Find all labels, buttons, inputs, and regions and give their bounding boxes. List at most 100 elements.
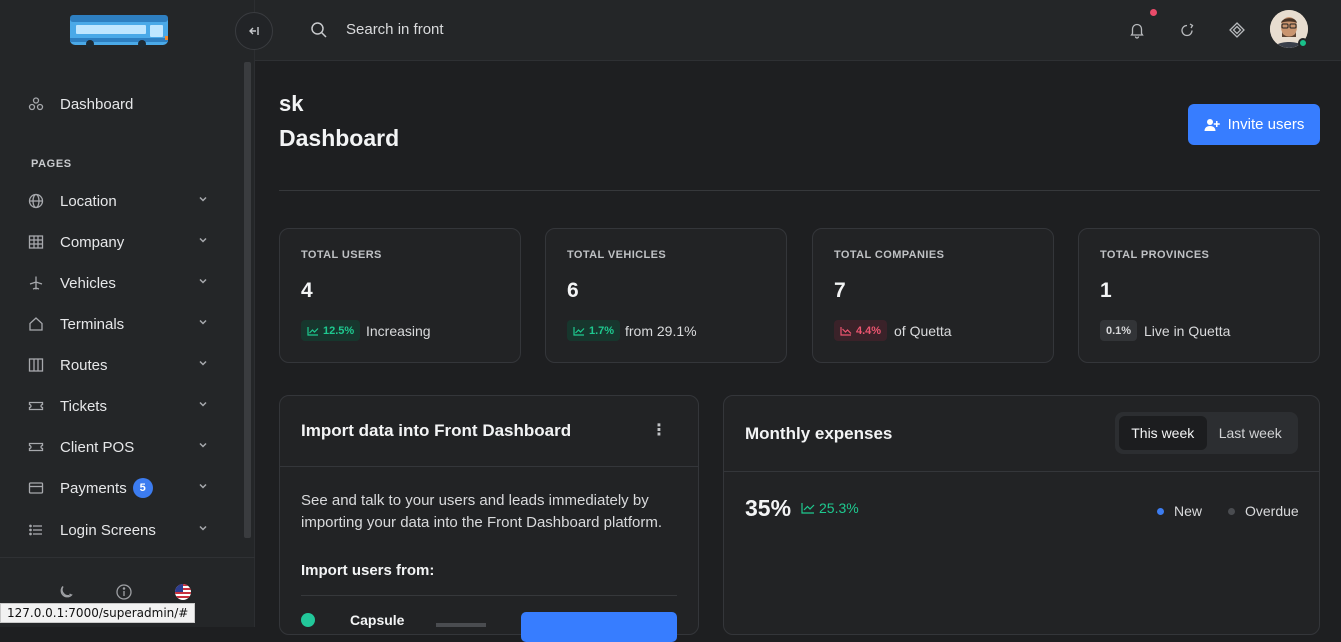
tab-last-week[interactable]: Last week xyxy=(1207,416,1295,450)
sidebar-item-label: Dashboard xyxy=(60,95,134,113)
stat-value: 6 xyxy=(567,279,579,302)
stat-card-users: TOTAL USERS 4 12.5% Increasing xyxy=(279,228,521,363)
sidebar-item-location[interactable]: Location xyxy=(0,181,240,221)
sidebar-item-vehicles[interactable]: Vehicles xyxy=(0,263,240,303)
activity-icon[interactable] xyxy=(1178,21,1196,39)
horizontal-scrollbar[interactable] xyxy=(436,623,486,627)
sidebar-item-label: Payments xyxy=(60,479,127,497)
search-input[interactable]: Search in front xyxy=(346,21,444,38)
collapse-sidebar-button[interactable] xyxy=(235,12,273,50)
user-plus-icon xyxy=(1204,118,1220,131)
home-icon xyxy=(28,316,44,332)
status-url: 127.0.0.1:7000/superadmin/# xyxy=(0,603,196,623)
chevron-down-icon xyxy=(199,401,207,407)
chevron-down-icon xyxy=(199,319,207,325)
stat-change-value: 12.5% xyxy=(323,324,355,337)
stat-label: TOTAL PROVINCES xyxy=(1100,249,1210,261)
ticket-icon xyxy=(28,439,44,455)
sidebar-item-tickets[interactable]: Tickets xyxy=(0,386,240,426)
legend-label: Overdue xyxy=(1245,503,1299,519)
airplane-icon xyxy=(28,275,44,291)
chevron-down-icon xyxy=(199,525,207,531)
tab-this-week[interactable]: This week xyxy=(1119,416,1207,450)
sidebar-item-dashboard[interactable]: Dashboard xyxy=(0,84,240,124)
import-description: See and talk to your users and leads imm… xyxy=(301,492,663,531)
panel-divider xyxy=(280,466,698,467)
search-icon[interactable] xyxy=(310,21,328,39)
legend-overdue: Overdue xyxy=(1228,503,1299,519)
collapse-arrow-icon xyxy=(249,27,259,35)
sidebar-item-terminals[interactable]: Terminals xyxy=(0,304,240,344)
sidebar-item-routes[interactable]: Routes xyxy=(0,345,240,385)
week-toggle: This week Last week xyxy=(1115,412,1298,454)
table-icon xyxy=(28,234,44,250)
page-subtitle: sk xyxy=(279,91,304,116)
import-divider xyxy=(301,595,677,596)
list-icon xyxy=(28,522,44,538)
legend-dot-overdue xyxy=(1228,507,1235,515)
stat-label: TOTAL COMPANIES xyxy=(834,249,945,261)
globe-icon xyxy=(28,193,44,209)
chevron-down-icon xyxy=(199,360,207,366)
invite-users-label: Invite users xyxy=(1227,116,1305,133)
import-data-panel: Import data into Front Dashboard ⋮ See a… xyxy=(279,395,699,642)
stat-note: of Quetta xyxy=(894,323,952,339)
sidebar-item-payments[interactable]: Payments 5 xyxy=(0,468,240,508)
chevron-down-icon xyxy=(199,442,207,448)
bus-logo-icon[interactable] xyxy=(66,11,170,49)
ticket-icon xyxy=(28,398,44,414)
expenses-change: 25.3% xyxy=(801,500,859,516)
stat-note: from 29.1% xyxy=(625,323,697,339)
sidebar-item-company[interactable]: Company xyxy=(0,222,240,262)
notification-dot xyxy=(1150,9,1157,16)
apps-icon[interactable] xyxy=(1228,21,1246,39)
legend-new: New xyxy=(1157,503,1202,519)
sidebar-item-label: Location xyxy=(60,192,117,210)
capsule-logo-icon xyxy=(301,613,315,627)
expenses-value: 35% xyxy=(745,495,792,521)
sidebar-item-client-pos[interactable]: Client POS xyxy=(0,427,240,467)
import-from-label: Import users from: xyxy=(301,562,435,579)
info-icon[interactable] xyxy=(115,583,133,601)
sidebar-section-title: PAGES xyxy=(31,158,72,170)
payments-count-badge: 5 xyxy=(132,478,153,498)
stat-note: Live in Quetta xyxy=(1144,323,1231,339)
page-title: Dashboard xyxy=(279,125,400,151)
dashboard-icon xyxy=(28,96,44,112)
trend-up-icon xyxy=(573,326,585,336)
chevron-down-icon xyxy=(199,237,207,243)
legend-dot-new xyxy=(1157,507,1164,515)
stat-value: 1 xyxy=(1100,279,1112,302)
stat-change-chip: 0.1% xyxy=(1100,320,1138,341)
stat-change-value: 4.4% xyxy=(856,324,882,337)
sidebar-item-label: Login Screens xyxy=(60,521,156,539)
import-source-label: Capsule xyxy=(350,612,405,628)
stat-label: TOTAL VEHICLES xyxy=(567,249,667,261)
stat-change-value: 0.1% xyxy=(1106,324,1132,337)
us-flag-icon[interactable] xyxy=(174,583,192,601)
bell-icon[interactable] xyxy=(1128,21,1146,39)
legend-label: New xyxy=(1174,503,1203,519)
monthly-expenses-panel: Monthly expenses This week Last week 35%… xyxy=(723,395,1320,635)
chevron-down-icon xyxy=(199,196,207,202)
stat-card-vehicles: TOTAL VEHICLES 6 1.7% from 29.1% xyxy=(545,228,787,363)
panel-title: Monthly expenses xyxy=(745,424,893,443)
stat-label: TOTAL USERS xyxy=(301,249,382,261)
sidebar-item-login-screens[interactable]: Login Screens xyxy=(0,510,240,550)
sidebar-scrollbar[interactable] xyxy=(244,62,251,538)
import-capsule-button[interactable] xyxy=(521,612,677,642)
moon-icon[interactable] xyxy=(57,583,75,601)
map-icon xyxy=(28,357,44,373)
stat-change-chip: 12.5% xyxy=(301,320,361,341)
panel-divider xyxy=(724,471,1319,472)
header-divider xyxy=(279,190,1320,191)
stat-change-value: 1.7% xyxy=(589,324,615,337)
sidebar-item-label: Routes xyxy=(60,356,108,374)
more-options-icon[interactable]: ⋮ xyxy=(651,423,667,439)
trend-down-icon xyxy=(840,326,852,336)
card-icon xyxy=(28,480,44,496)
invite-users-button[interactable]: Invite users xyxy=(1188,104,1320,145)
expenses-change-value: 25.3% xyxy=(819,500,859,516)
online-status-dot xyxy=(1298,38,1308,48)
panel-title: Import data into Front Dashboard xyxy=(301,421,572,440)
